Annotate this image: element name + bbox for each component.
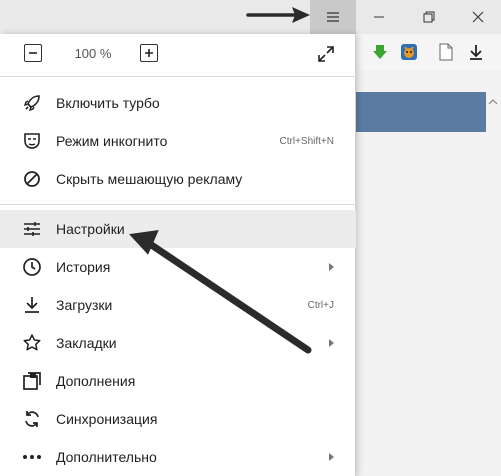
close-icon	[472, 11, 484, 23]
menu-item-extensions[interactable]: Дополнения	[0, 362, 356, 400]
menu-divider	[0, 204, 356, 205]
menu-item-hide-ads[interactable]: Скрыть мешающую рекламу	[0, 160, 356, 198]
zoom-out-button[interactable]	[24, 44, 42, 62]
menu-item-label: Режим инкогнито	[56, 133, 168, 149]
chevron-right-icon	[328, 338, 336, 348]
menu-item-label: Закладки	[56, 335, 117, 351]
minimize-icon	[373, 11, 385, 23]
shortcut-hint: Ctrl+Shift+N	[279, 135, 334, 147]
chevron-right-icon	[328, 452, 336, 462]
menu-item-settings[interactable]: Настройки	[0, 210, 356, 248]
incognito-mask-icon	[21, 130, 43, 152]
rocket-icon	[21, 92, 43, 114]
sync-icon	[21, 408, 43, 430]
browser-menu-button[interactable]	[310, 0, 356, 34]
star-icon	[21, 332, 43, 354]
clock-icon	[21, 256, 43, 278]
menu-item-sync[interactable]: Синхронизация	[0, 400, 356, 438]
zoom-controls: 100 %	[0, 34, 356, 76]
plus-icon	[144, 48, 154, 58]
download-extension-icon[interactable]	[370, 42, 390, 62]
restore-button[interactable]	[406, 0, 452, 34]
restore-icon	[423, 11, 435, 23]
menu-item-label: История	[56, 259, 111, 275]
downloads-icon[interactable]	[466, 42, 486, 62]
minimize-button[interactable]	[356, 0, 402, 34]
menu-divider	[0, 76, 356, 77]
settings-sliders-icon	[21, 218, 43, 240]
menu-item-label: Скрыть мешающую рекламу	[56, 171, 243, 187]
fullscreen-icon[interactable]	[316, 44, 336, 64]
rabbit-extension-icon[interactable]	[399, 42, 419, 62]
block-icon	[21, 168, 43, 190]
menu-item-bookmarks[interactable]: Закладки	[0, 324, 356, 362]
more-dots-icon	[21, 446, 43, 468]
minus-icon	[28, 48, 38, 58]
menu-item-label: Синхронизация	[56, 411, 158, 427]
page-header-band	[356, 92, 486, 132]
close-button[interactable]	[455, 0, 501, 34]
zoom-in-button[interactable]	[140, 44, 158, 62]
menu-item-label: Настройки	[56, 221, 125, 237]
shortcut-hint: Ctrl+J	[307, 299, 334, 311]
hamburger-icon	[327, 12, 339, 22]
browser-main-menu: 100 % Включить турбо Режим инкогнито Ctr…	[0, 34, 356, 476]
scroll-up-arrow-icon[interactable]	[488, 97, 498, 107]
download-icon	[21, 294, 43, 316]
menu-item-more[interactable]: Дополнительно	[0, 438, 356, 476]
page-icon[interactable]	[436, 42, 456, 62]
chevron-right-icon	[328, 262, 336, 272]
menu-item-label: Загрузки	[56, 297, 113, 313]
menu-item-label: Дополнения	[56, 373, 136, 389]
extensions-icon	[21, 370, 43, 392]
menu-item-incognito[interactable]: Режим инкогнито Ctrl+Shift+N	[0, 122, 356, 160]
menu-item-label: Дополнительно	[56, 449, 157, 465]
zoom-level: 100 %	[74, 46, 112, 61]
menu-item-turbo[interactable]: Включить турбо	[0, 84, 356, 122]
menu-item-history[interactable]: История	[0, 248, 356, 286]
menu-item-label: Включить турбо	[56, 95, 160, 111]
menu-item-downloads[interactable]: Загрузки Ctrl+J	[0, 286, 356, 324]
title-bar	[0, 0, 501, 34]
